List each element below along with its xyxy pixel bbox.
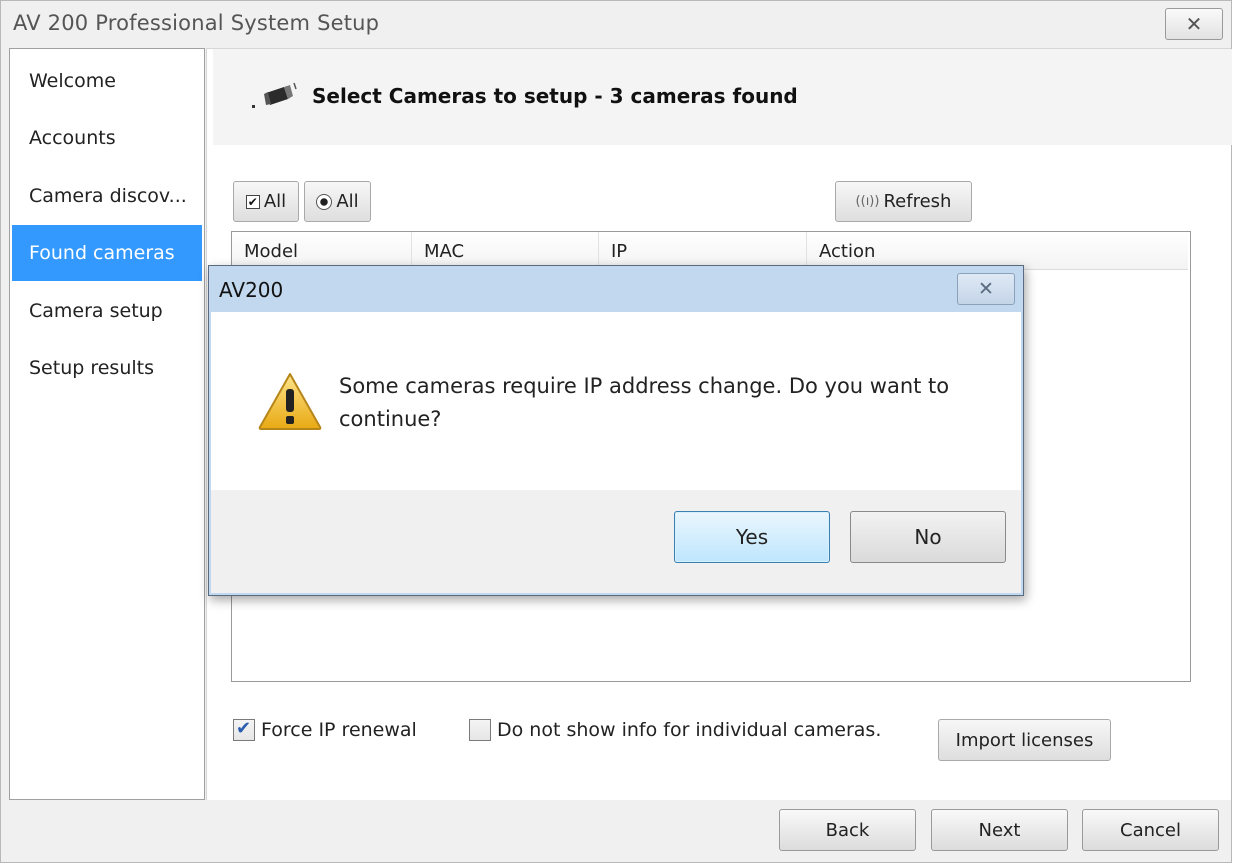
close-icon: ✕ <box>978 278 994 300</box>
sidebar-item-label: Setup results <box>29 357 154 379</box>
warning-icon <box>258 373 322 430</box>
yes-button[interactable]: Yes <box>674 511 830 563</box>
hide-info-label: Do not show info for individual cameras. <box>497 719 882 741</box>
column-label: Model <box>244 240 299 262</box>
force-ip-renewal-option[interactable]: Force IP renewal <box>233 718 417 741</box>
sidebar-item-found-cameras[interactable]: Found cameras <box>12 225 202 281</box>
cancel-button[interactable]: Cancel <box>1082 809 1219 851</box>
sidebar-item-setup-results[interactable]: Setup results <box>12 340 202 396</box>
radio-icon <box>316 193 333 210</box>
no-button[interactable]: No <box>850 511 1006 563</box>
radio-all-label: All <box>336 191 359 212</box>
antenna-icon: ((ı)) <box>855 194 880 209</box>
hide-info-checkbox[interactable] <box>469 719 491 741</box>
radio-all-button[interactable]: All <box>304 181 371 222</box>
wizard-sidebar: Welcome Accounts Camera discov... Found … <box>9 48 205 800</box>
force-ip-renewal-checkbox[interactable] <box>233 718 255 741</box>
dialog-title: AV200 <box>219 278 284 302</box>
title-bar: AV 200 Professional System Setup ✕ <box>1 1 1231 47</box>
close-icon: ✕ <box>1185 12 1203 36</box>
check-all-label: All <box>263 191 287 212</box>
sidebar-item-label: Welcome <box>29 70 116 92</box>
next-button[interactable]: Next <box>931 809 1068 851</box>
sidebar-item-label: Camera setup <box>29 300 163 322</box>
column-label: MAC <box>424 240 465 262</box>
confirm-dialog: AV200 ✕ Some cameras require IP address … <box>208 265 1024 596</box>
import-licenses-button[interactable]: Import licenses <box>938 719 1111 761</box>
checkbox-icon: ✔ <box>245 194 260 209</box>
hide-info-option[interactable]: Do not show info for individual cameras. <box>469 719 881 741</box>
back-button[interactable]: Back <box>779 809 916 851</box>
sidebar-item-camera-discovery[interactable]: Camera discov... <box>12 168 202 224</box>
column-label: Action <box>819 240 876 262</box>
sidebar-item-label: Camera discov... <box>29 185 187 207</box>
dialog-button-bar: Yes No <box>211 490 1021 593</box>
sidebar-item-label: Accounts <box>29 127 116 149</box>
column-label: IP <box>611 240 628 262</box>
sidebar-item-accounts[interactable]: Accounts <box>12 110 202 166</box>
dialog-close-button[interactable]: ✕ <box>957 273 1015 305</box>
window-close-button[interactable]: ✕ <box>1165 8 1223 40</box>
sidebar-item-label: Found cameras <box>29 242 175 264</box>
check-all-button[interactable]: ✔ All <box>233 181 299 222</box>
refresh-button[interactable]: ((ı)) Refresh <box>835 181 972 222</box>
force-ip-renewal-label: Force IP renewal <box>261 719 417 741</box>
dialog-message: Some cameras require IP address change. … <box>339 374 950 431</box>
camera-icon <box>252 82 297 108</box>
sidebar-item-camera-setup[interactable]: Camera setup <box>12 283 202 339</box>
dialog-body: Some cameras require IP address change. … <box>211 312 1021 490</box>
sidebar-item-welcome[interactable]: Welcome <box>12 53 202 109</box>
refresh-label: Refresh <box>883 191 952 212</box>
page-title: Select Cameras to setup - 3 cameras foun… <box>312 84 798 108</box>
window-title: AV 200 Professional System Setup <box>13 11 380 35</box>
page-header: Select Cameras to setup - 3 cameras foun… <box>213 49 1232 145</box>
